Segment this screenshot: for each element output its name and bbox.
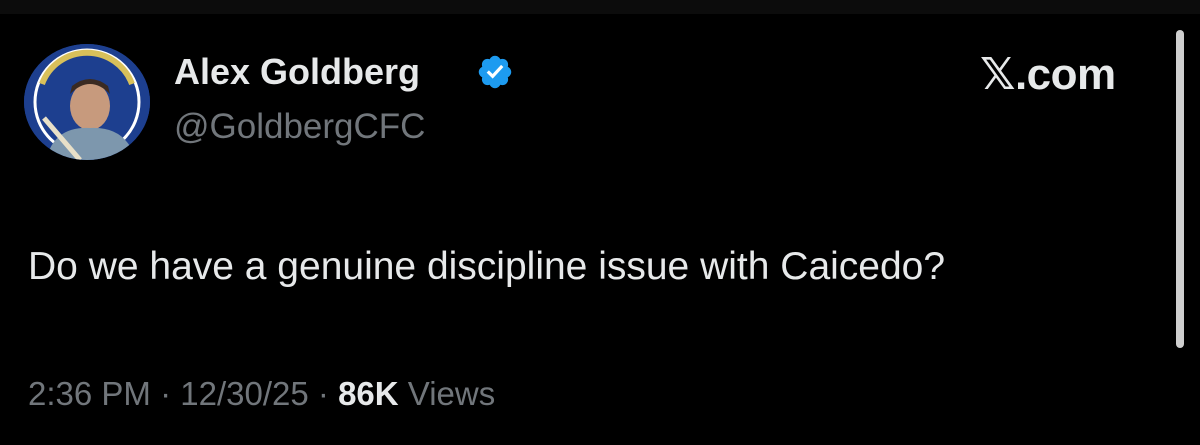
scrollbar[interactable] — [1176, 30, 1184, 348]
meta-separator: · — [317, 375, 329, 412]
author-handle[interactable]: @GoldbergCFC — [174, 105, 425, 149]
verified-badge-icon — [478, 55, 512, 89]
top-edge-strip — [0, 0, 1200, 14]
tweet-date[interactable]: 12/30/25 — [180, 375, 308, 412]
tweet-meta: 2:36 PM · 12/30/25 · 86K Views — [28, 372, 495, 416]
views-count: 86K — [338, 375, 399, 412]
views-label: Views — [407, 375, 496, 412]
brand-label: 𝕏.com — [980, 50, 1116, 99]
meta-separator: · — [160, 375, 172, 412]
avatar-image — [24, 44, 150, 160]
tweet-time[interactable]: 2:36 PM — [28, 375, 151, 412]
avatar[interactable] — [24, 44, 150, 160]
author-display-name[interactable]: Alex Goldberg — [174, 50, 420, 94]
tweet-text: Do we have a genuine discipline issue wi… — [28, 245, 946, 288]
